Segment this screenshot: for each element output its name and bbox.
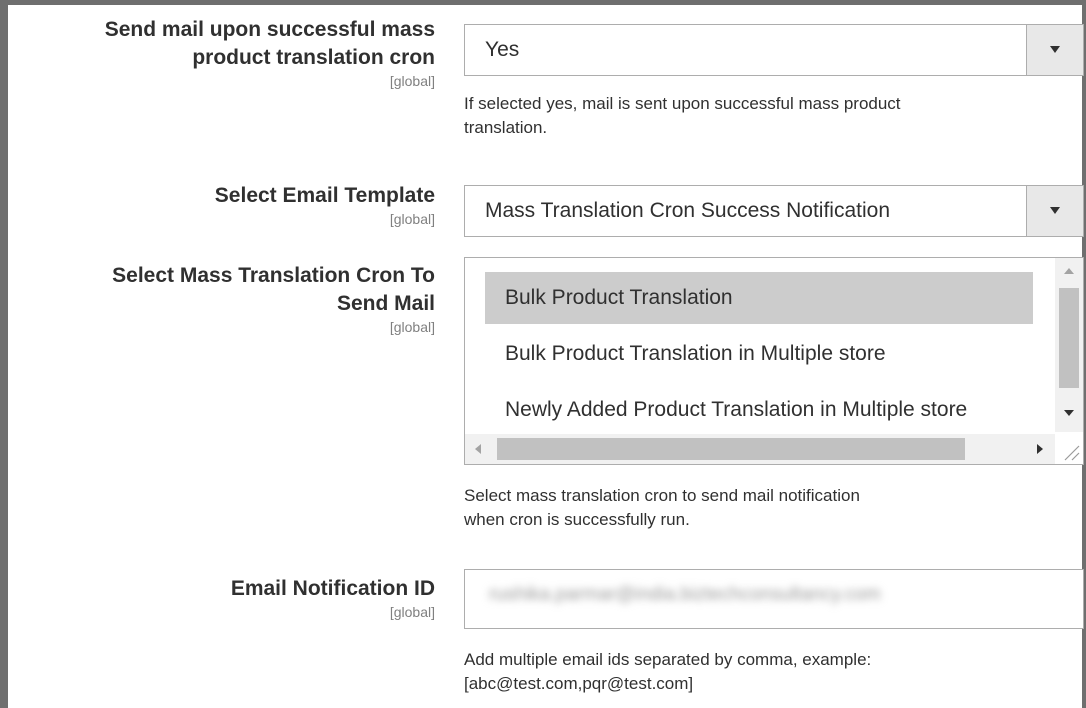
email-id-note: Add multiple email ids separated by comm… xyxy=(464,648,1074,696)
email-template-select-value: Mass Translation Cron Success Notificati… xyxy=(485,199,890,222)
send-mail-select-value: Yes xyxy=(485,38,520,61)
send-mail-label-line1: Send mail upon successful mass xyxy=(104,18,435,41)
email-template-scope: [global] xyxy=(389,211,435,227)
scroll-up-arrow-icon[interactable] xyxy=(1064,268,1074,274)
email-notification-input[interactable]: rushika.parmar@india.biztechconsultancy.… xyxy=(464,569,1084,629)
email-id-scope: [global] xyxy=(389,604,435,620)
horizontal-scroll-thumb[interactable] xyxy=(497,438,965,460)
cron-option[interactable]: Newly Added Product Translation in Multi… xyxy=(485,384,967,436)
horizontal-scrollbar[interactable] xyxy=(465,434,1055,464)
scroll-right-arrow-icon[interactable] xyxy=(1037,444,1043,454)
send-mail-scope: [global] xyxy=(389,73,435,89)
send-mail-note: If selected yes, mail is sent upon succe… xyxy=(464,92,1074,140)
email-template-dropdown-button[interactable] xyxy=(1026,186,1083,236)
send-mail-note-line1: If selected yes, mail is sent upon succe… xyxy=(464,94,901,113)
cron-select-note-line2: when cron is successfully run. xyxy=(464,510,690,529)
chevron-down-icon xyxy=(1050,46,1060,53)
cron-select-label-line1: Select Mass Translation Cron To xyxy=(112,264,435,287)
cron-select-note: Select mass translation cron to send mai… xyxy=(464,484,1074,532)
send-mail-label-line2: product translation cron xyxy=(192,46,435,69)
cron-select-scope: [global] xyxy=(389,319,435,335)
cron-select-note-line1: Select mass translation cron to send mai… xyxy=(464,486,860,505)
send-mail-note-line2: translation. xyxy=(464,118,548,137)
vertical-scroll-thumb[interactable] xyxy=(1059,288,1079,388)
scroll-down-arrow-icon[interactable] xyxy=(1064,410,1074,416)
send-mail-select[interactable]: Yes xyxy=(464,24,1084,76)
cron-option[interactable]: Bulk Product Translation xyxy=(485,272,1033,324)
email-id-note-line1: Add multiple email ids separated by comm… xyxy=(464,650,872,669)
cron-multiselect[interactable]: Bulk Product Translation Bulk Product Tr… xyxy=(464,257,1084,465)
email-template-label-text: Select Email Template xyxy=(214,184,435,207)
send-mail-label: Send mail upon successful mass product t… xyxy=(105,16,435,90)
email-template-label: Select Email Template [global] xyxy=(215,182,435,228)
resize-grip-icon[interactable] xyxy=(1057,438,1081,462)
email-notification-value: rushika.parmar@india.biztechconsultancy.… xyxy=(489,584,881,605)
cron-option[interactable]: Bulk Product Translation in Multiple sto… xyxy=(485,328,886,380)
email-id-note-line2: [abc@test.com,pqr@test.com] xyxy=(464,674,694,693)
email-id-label: Email Notification ID [global] xyxy=(231,575,435,621)
chevron-down-icon xyxy=(1050,207,1060,214)
email-id-label-text: Email Notification ID xyxy=(230,577,435,600)
cron-select-label-line2: Send Mail xyxy=(336,292,435,315)
send-mail-dropdown-button[interactable] xyxy=(1026,25,1083,75)
email-template-select[interactable]: Mass Translation Cron Success Notificati… xyxy=(464,185,1084,237)
scroll-left-arrow-icon[interactable] xyxy=(475,444,481,454)
cron-select-label: Select Mass Translation Cron To Send Mai… xyxy=(112,262,435,336)
vertical-scrollbar[interactable] xyxy=(1055,258,1083,432)
